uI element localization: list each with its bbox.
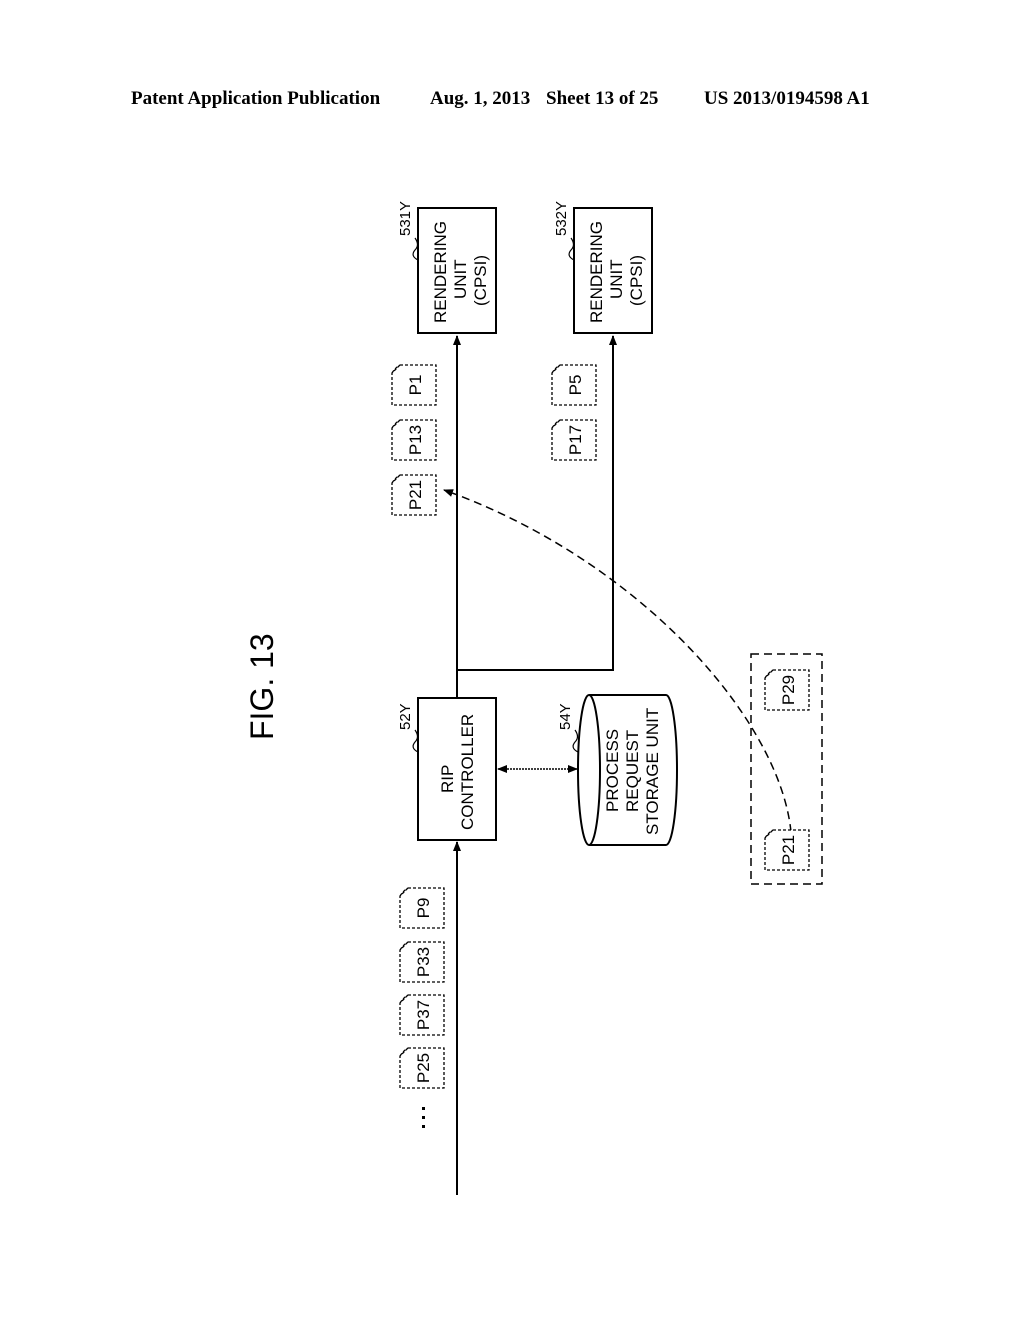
rendering-unit-label-2: UNIT xyxy=(607,259,626,299)
rendering-unit-label-2: UNIT xyxy=(451,259,470,299)
rendering-unit-label-1: RENDERING xyxy=(431,221,450,323)
ref-531y: 531Y xyxy=(397,201,414,236)
ellipsis-icon xyxy=(422,1107,425,1128)
ref-52y: 52Y xyxy=(397,703,414,730)
rendering-unit-label-1: RENDERING xyxy=(587,221,606,323)
storage-label-2: REQUEST xyxy=(623,730,642,812)
unit2-queue-page: P17 xyxy=(551,419,597,461)
storage-label-3: STORAGE UNIT xyxy=(643,708,662,835)
page-label: P9 xyxy=(414,898,433,919)
stored-request-page: P21 xyxy=(764,829,810,871)
fig13-diagram: FIG. 13 RENDERING UNIT (CPSI) 531Y RENDE… xyxy=(244,201,823,1195)
unit2-queue-page: P5 xyxy=(551,364,597,406)
page-label: P29 xyxy=(779,675,798,705)
rendering-unit-label-3: (CPSI) xyxy=(627,255,646,306)
input-queue-page: P25 xyxy=(399,1047,445,1089)
input-queue-page: P37 xyxy=(399,994,445,1036)
page-label: P33 xyxy=(414,947,433,977)
unit1-queue-page: P13 xyxy=(391,419,437,461)
input-queue-page: P9 xyxy=(399,887,445,929)
rip-controller-label-2: CONTROLLER xyxy=(458,714,477,830)
page-label: P17 xyxy=(566,425,585,455)
input-queue-page: P33 xyxy=(399,941,445,983)
rip-controller-label-1: RIP xyxy=(438,765,457,793)
storage-label-1: PROCESS xyxy=(603,729,622,812)
page-label: P21 xyxy=(779,835,798,865)
rendering-unit-label-3: (CPSI) xyxy=(471,255,490,306)
page-label: P21 xyxy=(406,480,425,510)
rip-controller: RIP CONTROLLER 52Y xyxy=(397,697,497,841)
rendering-unit-532y: RENDERING UNIT (CPSI) 532Y xyxy=(553,201,653,334)
unit1-queue-page: P1 xyxy=(391,364,437,406)
page-label: P5 xyxy=(566,375,585,396)
page-label: P13 xyxy=(406,425,425,455)
figure-title: FIG. 13 xyxy=(244,633,280,740)
stored-request-page: P29 xyxy=(764,669,810,711)
ref-54y: 54Y xyxy=(557,703,574,730)
rendering-unit-531y: RENDERING UNIT (CPSI) 531Y xyxy=(397,201,497,334)
page-label: P37 xyxy=(414,1000,433,1030)
page-label: P25 xyxy=(414,1053,433,1083)
unit1-queue-page: P21 xyxy=(391,474,437,516)
page-label: P1 xyxy=(406,375,425,396)
process-request-storage: PROCESS REQUEST STORAGE UNIT 54Y xyxy=(557,694,678,846)
ref-532y: 532Y xyxy=(553,201,570,236)
